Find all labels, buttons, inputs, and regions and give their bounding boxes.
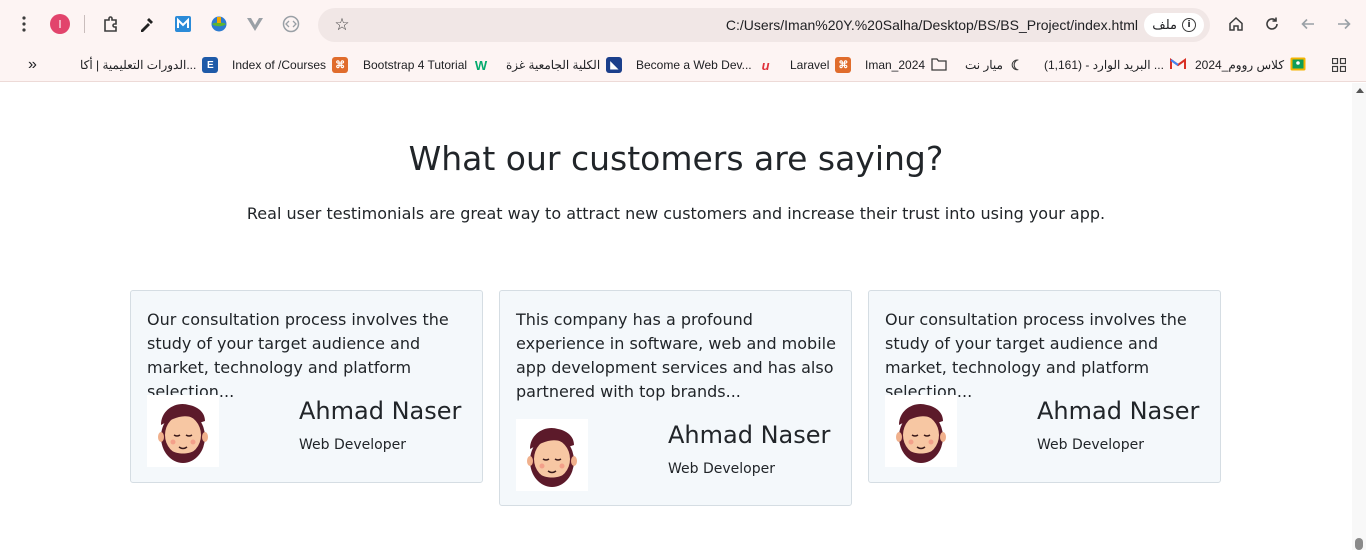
moodle-favicon-icon: ⌘ <box>835 57 852 73</box>
testimonial-name: Ahmad Naser <box>668 421 831 449</box>
bookmark-folder[interactable]: Iman_2024 <box>865 55 947 75</box>
profile-avatar: I <box>50 14 70 34</box>
avatar <box>885 395 957 467</box>
testimonial-name: Ahmad Naser <box>299 397 462 425</box>
testimonial-card: Our consultation process involves the st… <box>868 290 1221 483</box>
apps-grid-icon[interactable] <box>1332 55 1346 75</box>
bookmark-label: الدورات التعليمية | أكا... <box>80 58 197 72</box>
url-text[interactable]: C:/Users/Iman%20Y.%20Salha/Desktop/BS/BS… <box>726 17 1138 33</box>
testimonial-role: Web Developer <box>668 461 775 477</box>
home-icon[interactable] <box>1220 8 1252 40</box>
section-title: What our customers are saying? <box>408 139 944 178</box>
toolbar-divider <box>84 15 85 33</box>
bookmark-item[interactable]: Bootstrap 4 Tutorial W <box>363 55 489 75</box>
site-info-chip[interactable]: ملف i <box>1144 13 1204 37</box>
avatar <box>147 395 219 467</box>
browser-toolbar: I ☆ C:/Users/Iman%20Y.%20Salha/Desktop/B… <box>0 0 1366 48</box>
bookmark-label: كلاس رووم_2024 <box>1195 58 1285 72</box>
bookmark-label: الكلية الجامعية غزة <box>506 58 601 72</box>
profile-button[interactable]: I <box>44 8 76 40</box>
bookmark-label: Iman_2024 <box>865 58 926 72</box>
folder-icon <box>931 57 947 74</box>
bookmark-label: ميار نت <box>965 58 1003 72</box>
bookmark-item[interactable]: الدورات التعليمية | أكا... E <box>80 55 219 75</box>
scroll-thumb[interactable] <box>1355 538 1363 550</box>
bookmark-label: Become a Web Dev... <box>636 58 752 72</box>
testimonial-card: Our consultation process involves the st… <box>130 290 483 483</box>
more-bookmarks-chevron-icon[interactable]: » <box>28 55 37 75</box>
site-info-label: ملف <box>1152 17 1177 33</box>
bookmark-item[interactable]: ميار نت ☾ <box>965 55 1025 75</box>
scroll-up-arrow-icon[interactable] <box>1356 88 1364 93</box>
classroom-favicon-icon <box>1290 57 1306 74</box>
testimonial-quote: Our consultation process involves the st… <box>885 310 1187 401</box>
testimonial-quote: Our consultation process involves the st… <box>147 310 449 401</box>
testimonial-role: Web Developer <box>299 437 406 453</box>
address-bar[interactable]: ☆ C:/Users/Iman%20Y.%20Salha/Desktop/BS/… <box>318 8 1210 42</box>
gmail-favicon-icon <box>1169 57 1186 73</box>
cartoon-face-icon <box>896 403 946 463</box>
bookmark-item[interactable]: Index of /Courses ⌘ <box>232 55 349 75</box>
bookmark-star-icon[interactable]: ☆ <box>332 15 352 35</box>
e-favicon-icon: E <box>202 57 219 73</box>
extensions-puzzle-icon[interactable] <box>93 8 129 40</box>
w3schools-favicon-icon: W <box>474 57 488 73</box>
menu-kebab-icon[interactable] <box>8 8 40 40</box>
testimonial-role: Web Developer <box>1037 437 1144 453</box>
info-icon: i <box>1182 18 1196 32</box>
cartoon-face-icon <box>527 427 577 487</box>
page-viewport: What our customers are saying? Real user… <box>0 83 1352 550</box>
forward-arrow-icon[interactable] <box>1328 8 1360 40</box>
bookmark-item[interactable]: Become a Web Dev... u <box>636 55 774 75</box>
color-picker-extension-icon[interactable] <box>129 8 165 40</box>
bookmark-label: Laravel <box>790 58 830 72</box>
bookmark-label: البريد الوارد - (1,161) ... <box>1044 58 1164 72</box>
code-extension-icon[interactable] <box>273 8 309 40</box>
bookmark-item[interactable]: كلاس رووم_2024 <box>1195 55 1306 75</box>
cartoon-face-icon <box>158 403 208 463</box>
toolbar-nav-group <box>1220 8 1360 40</box>
udemy-favicon-icon: u <box>761 57 770 73</box>
vue-devtools-extension-icon[interactable] <box>237 8 273 40</box>
reload-icon[interactable] <box>1256 8 1288 40</box>
m-extension-icon[interactable] <box>165 8 201 40</box>
moodle-favicon-icon: ⌘ <box>332 57 349 73</box>
idm-extension-icon[interactable] <box>201 8 237 40</box>
testimonial-name: Ahmad Naser <box>1037 397 1200 425</box>
bookmark-item[interactable]: الكلية الجامعية غزة ◣ <box>506 55 623 75</box>
avatar <box>516 419 588 491</box>
testimonial-card: This company has a profound experience i… <box>499 290 852 506</box>
back-arrow-icon[interactable] <box>1292 8 1324 40</box>
toolbar-left-group: I <box>8 8 309 40</box>
college-favicon-icon: ◣ <box>606 57 623 73</box>
bookmark-item[interactable]: البريد الوارد - (1,161) ... <box>1044 55 1186 75</box>
moon-favicon-icon: ☾ <box>1010 56 1024 73</box>
bookmark-label: Bootstrap 4 Tutorial <box>363 58 468 72</box>
bookmark-item[interactable]: Laravel ⌘ <box>790 55 852 75</box>
testimonial-quote: This company has a profound experience i… <box>516 310 836 401</box>
page-scrollbar[interactable] <box>1352 83 1366 550</box>
section-lead: Real user testimonials are great way to … <box>246 204 1106 223</box>
bookmark-label: Index of /Courses <box>232 58 327 72</box>
bookmarks-bar: » الدورات التعليمية | أكا... E Index of … <box>0 48 1366 82</box>
